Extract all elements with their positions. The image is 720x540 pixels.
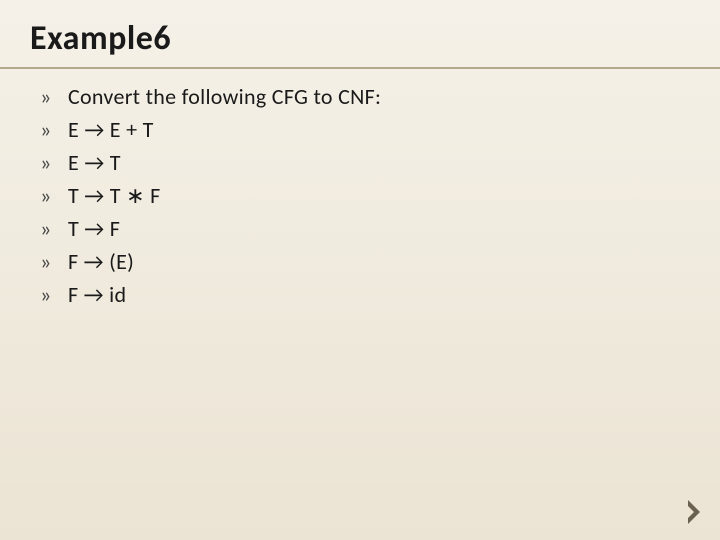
bullet-text: E → E + T [68,116,154,143]
page-title: Example6 [30,18,690,59]
chevron-right-icon [686,498,704,526]
content-area: » Convert the following CFG to CNF: » E … [0,69,720,308]
bullet-text: E → T [68,149,121,176]
list-item: » Convert the following CFG to CNF: [40,83,680,110]
bullet-text: T → T ∗ F [68,182,161,209]
bullet-marker: » [40,215,68,242]
list-item: » E → E + T [40,116,680,143]
list-item: » F → (E) [40,248,680,275]
bullet-marker: » [40,149,68,176]
bullet-marker: » [40,281,68,308]
bullet-marker: » [40,248,68,275]
list-item: » T → F [40,215,680,242]
bullet-text: F → id [68,281,126,308]
bullet-marker: » [40,182,68,209]
list-item: » E → T [40,149,680,176]
list-item: » F → id [40,281,680,308]
title-area: Example6 [0,0,720,69]
bullet-text: Convert the following CFG to CNF: [68,83,381,110]
bullet-text: T → F [68,215,120,242]
bullet-text: F → (E) [68,248,134,275]
list-item: » T → T ∗ F [40,182,680,209]
bullet-marker: » [40,116,68,143]
bullet-marker: » [40,83,68,110]
